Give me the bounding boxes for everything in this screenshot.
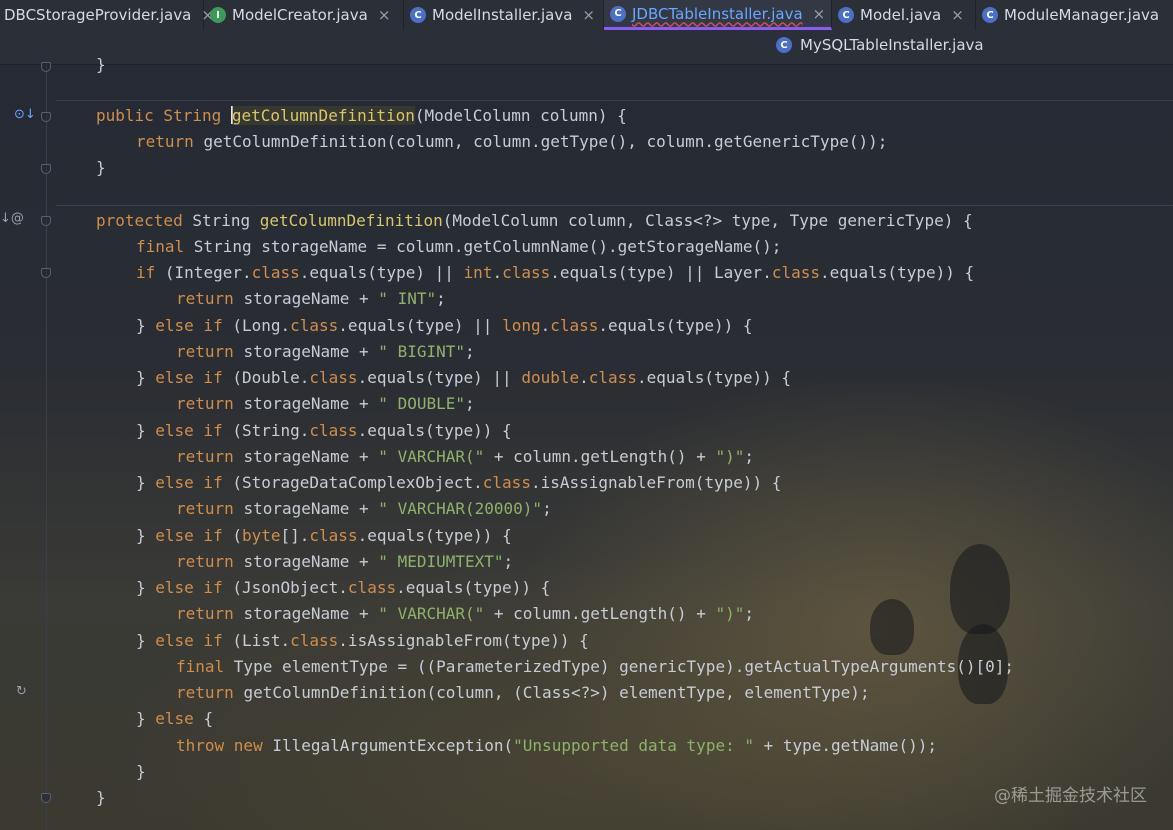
gutter-divider (46, 64, 47, 830)
code-line: return storageName + " DOUBLE"; (176, 394, 475, 413)
code-line: throw new IllegalArgumentException("Unsu… (176, 736, 938, 755)
class-icon: C (982, 7, 998, 23)
fold-icon[interactable] (41, 62, 51, 72)
tab-model-creator[interactable]: I ModelCreator.java × (204, 0, 404, 30)
editor-tab-bar: DBCStorageProvider.java × I ModelCreator… (0, 0, 1173, 65)
tab-model-installer[interactable]: C ModelInstaller.java × (404, 0, 604, 30)
code-line: final Type elementType = ((Parameterized… (176, 657, 1015, 676)
code-line: return storageName + " VARCHAR(" + colum… (176, 447, 754, 466)
code-line: } (96, 788, 106, 807)
implements-marker-icon[interactable]: ↓@ (0, 211, 24, 226)
tab-label: ModelCreator.java (232, 6, 368, 24)
fold-icon[interactable] (41, 793, 51, 803)
wallpaper-figure (870, 599, 914, 655)
override-marker-icon[interactable]: ⊙↓ (14, 107, 36, 122)
code-line: public String getColumnDefinition(ModelC… (96, 106, 627, 125)
code-line: return getColumnDefinition(column, colum… (136, 132, 888, 151)
method-separator (56, 205, 1173, 206)
class-icon: C (838, 7, 854, 23)
fold-icon[interactable] (41, 112, 51, 122)
code-line: } else if (Double.class.equals(type) || … (136, 368, 792, 387)
interface-icon: I (210, 7, 226, 23)
tab-label: MySQLTableInstaller.java (800, 36, 984, 54)
close-icon[interactable]: × (813, 5, 826, 23)
code-line: } else if (Long.class.equals(type) || lo… (136, 316, 753, 335)
code-line: return getColumnDefinition(column, (Clas… (176, 683, 870, 702)
fold-icon[interactable] (41, 268, 51, 278)
code-line: } else if (JsonObject.class.equals(type)… (136, 578, 551, 597)
code-line: } (136, 762, 146, 781)
tab-model[interactable]: C Model.java × (832, 0, 976, 30)
close-icon[interactable]: × (582, 6, 595, 24)
code-line: return storageName + " MEDIUMTEXT"; (176, 552, 514, 571)
code-line: return storageName + " INT"; (176, 289, 446, 308)
code-line: } else if (byte[].class.equals(type)) { (136, 526, 512, 545)
code-line: if (Integer.class.equals(type) || int.cl… (136, 263, 975, 282)
code-line: } else if (List.class.isAssignableFrom(t… (136, 631, 589, 650)
tab-label: DBCStorageProvider.java (4, 6, 192, 24)
code-line: protected String getColumnDefinition(Mod… (96, 211, 973, 230)
tab-label: JDBCTableInstaller.java (632, 4, 803, 23)
code-line: } (96, 158, 106, 177)
class-icon: C (776, 37, 792, 53)
code-line: } (96, 55, 106, 74)
watermark: @稀土掘金技术社区 (994, 786, 1147, 806)
tab-label: ModelInstaller.java (432, 6, 573, 24)
recursive-call-icon[interactable]: ↻ (16, 684, 27, 699)
close-icon[interactable]: × (951, 6, 964, 24)
class-icon: C (410, 7, 426, 23)
class-icon: C (610, 5, 626, 22)
code-line: } else { (136, 709, 214, 728)
code-line: } else if (StorageDataComplexObject.clas… (136, 473, 782, 492)
tab-mysql-table-installer[interactable]: C MySQLTableInstaller.java (776, 36, 984, 54)
wallpaper-figure (950, 544, 1010, 634)
tab-label: Model.java (860, 6, 942, 24)
code-line: return storageName + " VARCHAR(20000)"; (176, 499, 552, 518)
tab-module-manager[interactable]: C ModuleManager.java (976, 0, 1173, 30)
code-line: return storageName + " BIGINT"; (176, 342, 475, 361)
code-line: final String storageName = column.getCol… (136, 237, 782, 256)
fold-icon[interactable] (41, 216, 51, 226)
tab-label: ModuleManager.java (1004, 6, 1160, 24)
tab-jdbc-storage-provider[interactable]: DBCStorageProvider.java × (0, 0, 214, 30)
method-separator (56, 100, 1173, 101)
code-line: return storageName + " VARCHAR(" + colum… (176, 604, 754, 623)
code-line: } else if (String.class.equals(type)) { (136, 421, 512, 440)
close-icon[interactable]: × (378, 6, 391, 24)
fold-icon[interactable] (41, 164, 51, 174)
tab-jdbc-table-installer[interactable]: C JDBCTableInstaller.java × (604, 0, 832, 30)
